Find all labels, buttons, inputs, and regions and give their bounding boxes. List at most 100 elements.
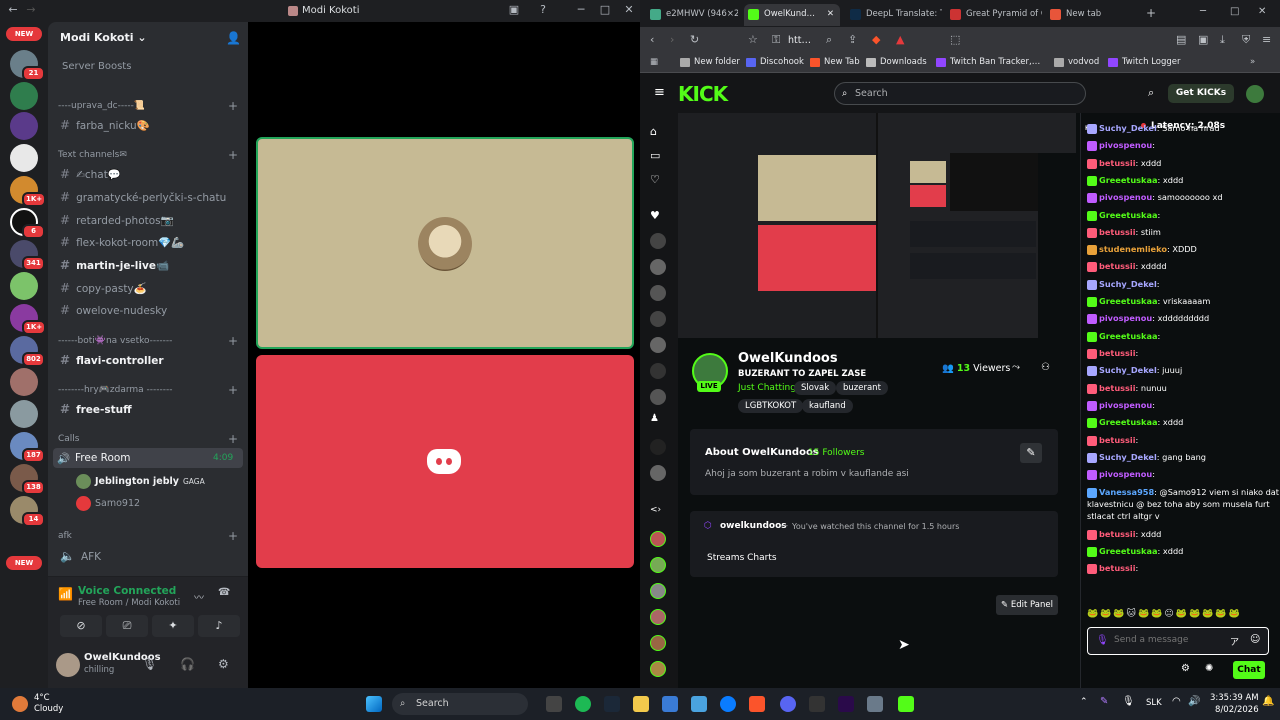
category-afk[interactable]: afk <box>58 531 72 541</box>
messenger-icon[interactable] <box>720 696 736 712</box>
channel-martin[interactable]: # martin-je-live📹 <box>60 258 169 272</box>
followed-channel-avatar[interactable] <box>650 285 666 301</box>
microphone-icon[interactable]: 🎙 <box>142 657 157 671</box>
chat-message-field[interactable] <box>1114 635 1224 645</box>
bookmark-item[interactable]: Downloads <box>866 57 927 67</box>
avatar[interactable] <box>56 653 80 677</box>
followed-channel-avatar[interactable] <box>650 259 666 275</box>
chat-username[interactable]: Suchy_Dekel <box>1099 279 1157 289</box>
bookmark-item[interactable]: New Tab <box>810 57 860 67</box>
tab-pyramid[interactable]: Great Pyramid of C… <box>946 4 1042 26</box>
minimize-icon[interactable]: ─ <box>1200 6 1206 17</box>
share-icon[interactable]: ⤳ <box>1012 362 1020 373</box>
task-view-icon[interactable] <box>546 696 562 712</box>
bookmark-icon[interactable]: ☆ <box>748 33 758 46</box>
recommended-channel-avatar[interactable] <box>650 609 666 625</box>
spotify-icon[interactable] <box>575 696 591 712</box>
brave-icon[interactable] <box>749 696 765 712</box>
inbox-icon[interactable]: ▣ <box>507 3 521 17</box>
collapse-icon[interactable]: <› <box>650 505 666 521</box>
recommended-channel-avatar[interactable] <box>650 661 666 677</box>
browse-icon[interactable]: ⌕ <box>1148 86 1154 100</box>
close-icon[interactable]: ✕ <box>622 3 636 17</box>
chat-username[interactable]: pivospenou <box>1099 140 1152 150</box>
language-indicator[interactable]: SLK <box>1146 698 1162 708</box>
tag-chip[interactable]: LGBTKOKOT <box>738 399 804 413</box>
maximize-icon[interactable]: □ <box>598 3 612 17</box>
followed-channel-avatar[interactable] <box>650 363 666 379</box>
followed-channel-avatar[interactable] <box>650 439 666 455</box>
vpn-icon[interactable]: ⛨ <box>1242 33 1250 47</box>
chat-username[interactable]: betussii <box>1099 563 1136 573</box>
video-tile-user[interactable] <box>256 137 634 349</box>
followed-channel-avatar[interactable] <box>650 337 666 353</box>
app-icon[interactable] <box>867 696 883 712</box>
chat-username[interactable]: Suchy_Dekel <box>1099 123 1157 133</box>
add-channel-icon[interactable]: + <box>228 334 238 348</box>
disconnect-icon[interactable]: ☎ <box>218 587 230 598</box>
tag-chip[interactable]: buzerant <box>836 381 888 395</box>
recommended-channel-avatar[interactable] <box>650 583 666 599</box>
channel-retarded[interactable]: # retarded-photos📷 <box>60 213 174 227</box>
menu-icon[interactable]: ≡ <box>1262 33 1271 46</box>
category-icon[interactable]: ♟ <box>650 413 666 429</box>
server-icon[interactable] <box>10 82 38 110</box>
chat-username[interactable]: betussii <box>1099 383 1136 393</box>
activities-button[interactable]: ✦ <box>152 615 194 637</box>
rewards-icon[interactable]: ▲ <box>896 33 904 46</box>
home-icon[interactable]: ⌂ <box>650 125 666 141</box>
server-name[interactable]: Modi Kokoti ⌄ <box>60 31 147 44</box>
premiere-icon[interactable] <box>838 696 854 712</box>
server-icon[interactable] <box>10 368 38 396</box>
site-info-icon[interactable]: ⚿ <box>772 33 780 47</box>
clock[interactable]: 3:35:39 AM 8/02/2026 <box>1210 692 1259 716</box>
server-icon[interactable] <box>10 112 38 140</box>
reload-icon[interactable]: ↻ <box>690 33 699 46</box>
tab-e2mhwv[interactable]: e2MHWV (946×20… <box>646 4 738 26</box>
server-icon[interactable] <box>10 272 38 300</box>
zoom-icon[interactable]: ⌕ <box>826 33 832 47</box>
forward-icon[interactable]: → <box>24 3 38 17</box>
followed-channel-avatar[interactable] <box>650 465 666 481</box>
mod-tools-icon[interactable]: ✺ <box>1205 663 1213 674</box>
mod-icon[interactable]: ⚇ <box>1041 362 1050 373</box>
wallet-icon[interactable]: ▣ <box>1198 33 1208 46</box>
channel-copy[interactable]: # copy-pasty🍝 <box>60 281 147 295</box>
add-channel-icon[interactable]: + <box>228 529 238 543</box>
edit-about-button[interactable]: ✎ <box>1020 443 1042 463</box>
tab-kick[interactable]: OwelKund… ✕ <box>744 4 840 26</box>
chat-username[interactable]: pivospenou <box>1099 192 1152 202</box>
sidebar-icon[interactable]: ▤ <box>1176 33 1186 46</box>
forward-icon[interactable]: › <box>670 33 674 46</box>
obs-icon[interactable] <box>809 696 825 712</box>
soundboard-button[interactable]: ♪ <box>198 615 240 637</box>
channel-afk[interactable]: 🔈 AFK <box>60 549 101 563</box>
wifi-icon[interactable]: ◠ <box>1172 696 1181 707</box>
recommended-channel-avatar[interactable] <box>650 557 666 573</box>
chat-username[interactable]: Suchy_Dekel <box>1099 365 1157 375</box>
chat-username[interactable]: Greeetuskaa <box>1099 210 1158 220</box>
app-icon[interactable] <box>691 696 707 712</box>
chat-username[interactable]: betussii <box>1099 158 1136 168</box>
back-icon[interactable]: ← <box>6 3 20 17</box>
bookmark-item[interactable]: Twitch Ban Tracker,… <box>936 57 1040 67</box>
maximize-icon[interactable]: □ <box>1230 6 1239 17</box>
chat-username[interactable]: betussii <box>1099 529 1136 539</box>
chat-username[interactable]: Suchy_Dekel <box>1099 452 1157 462</box>
channel-name[interactable]: OwelKundoos <box>738 351 838 366</box>
chevron-up-icon[interactable]: ⌃ <box>1080 697 1088 707</box>
chat-username[interactable]: Vanessa958 <box>1099 487 1154 497</box>
back-icon[interactable]: ‹ <box>650 33 654 46</box>
category-uprava[interactable]: ----uprava_dc-----📜 <box>58 101 145 111</box>
tray-app-icon[interactable]: ✎ <box>1100 696 1108 707</box>
weather-icon[interactable] <box>12 696 28 712</box>
chat-username[interactable]: Greeetuskaa <box>1099 546 1158 556</box>
new-tab-icon[interactable]: + <box>1146 6 1156 20</box>
voice-channel-free-room[interactable]: 🔊 Free Room 4:09 <box>53 448 243 468</box>
category-hry[interactable]: --------hry🎮zdarma -------- <box>58 385 173 395</box>
video-tile-user[interactable] <box>256 355 634 568</box>
share-icon[interactable]: ⇪ <box>848 33 857 46</box>
headphones-icon[interactable]: 🎧 <box>180 657 195 671</box>
add-channel-icon[interactable]: + <box>228 99 238 113</box>
kick-logo[interactable]: KICK <box>678 82 728 106</box>
